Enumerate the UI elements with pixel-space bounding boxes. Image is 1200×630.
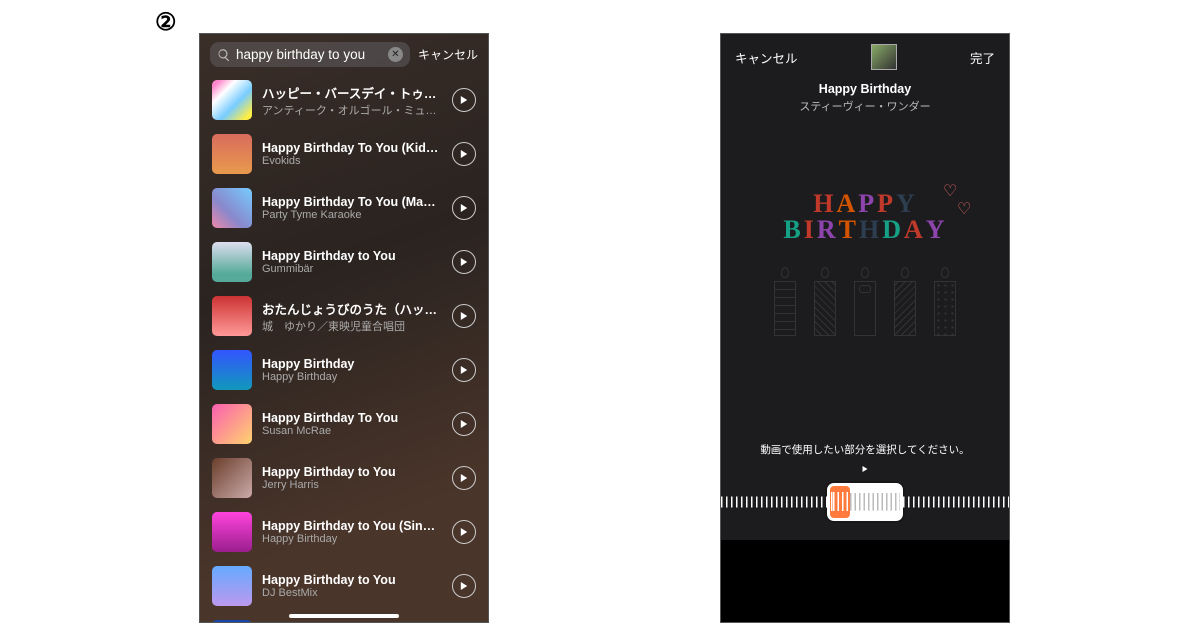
song-artist: Party Tyme Karaoke [262, 209, 442, 221]
search-bar: happy birthday to you ✕ キャンセル [200, 34, 488, 73]
song-result-row[interactable]: Happy Birthday to YouDJ BestMix [200, 559, 488, 613]
album-artwork [212, 512, 252, 552]
selected-track-title: Happy Birthday [721, 82, 1009, 96]
heart-icon: ♡ [943, 181, 957, 201]
song-result-row[interactable]: Happy Birthday To YouSusan McRae [200, 397, 488, 451]
clip-selection-window[interactable] [827, 483, 903, 521]
candle-icon [812, 267, 838, 336]
cancel-button[interactable]: キャンセル [735, 48, 798, 67]
candle-icon [852, 267, 878, 336]
editor-bottom-bar [721, 540, 1009, 622]
candle-icon [932, 267, 958, 336]
album-artwork [212, 296, 252, 336]
play-preview-button[interactable] [452, 358, 476, 382]
playhead-icon [863, 466, 868, 472]
song-title: ハッピー・バースデイ・トゥ・ユー [262, 83, 442, 102]
candle-icon [892, 267, 918, 336]
selected-track-heading: Happy Birthday スティーヴィー・ワンダー [721, 82, 1009, 114]
play-preview-button[interactable] [452, 142, 476, 166]
audio-waveform-scrubber[interactable] [721, 482, 1009, 522]
waveform-segment [721, 488, 827, 516]
search-field[interactable]: happy birthday to you ✕ [210, 42, 410, 67]
album-artwork [212, 458, 252, 498]
song-artist: Happy Birthday [262, 533, 442, 545]
song-title: Happy Birthday to You [262, 573, 442, 587]
album-artwork [212, 188, 252, 228]
user-drawing: ♡ ♡ HAPPY BIRTHDAY [721, 189, 1009, 336]
album-artwork [212, 404, 252, 444]
song-result-row[interactable]: Happy Birthday to YouJerry Harris [200, 451, 488, 505]
song-results-list: ハッピー・バースデイ・トゥ・ユーアンティーク・オルゴール・ミュージック… Hap… [200, 73, 488, 623]
selected-track-thumbnail [871, 44, 897, 70]
selected-clip-region [830, 486, 850, 518]
album-artwork [212, 80, 252, 120]
album-artwork [212, 350, 252, 390]
play-preview-button[interactable] [452, 520, 476, 544]
play-preview-button[interactable] [452, 250, 476, 274]
album-artwork [212, 134, 252, 174]
song-artist: Gummibär [262, 263, 442, 275]
play-preview-button[interactable] [452, 196, 476, 220]
play-preview-button[interactable] [452, 574, 476, 598]
step-number-badge: ② [155, 8, 177, 37]
editor-top-bar: キャンセル 完了 [721, 34, 1009, 80]
song-result-row[interactable]: Happy BirthdayHappy Birthday [200, 343, 488, 397]
play-preview-button[interactable] [452, 466, 476, 490]
song-result-row[interactable]: ハッピー・バースデイ・トゥ・ユーアンティーク・オルゴール・ミュージック… [200, 73, 488, 127]
drawing-candles [721, 267, 1009, 336]
candle-icon [772, 267, 798, 336]
album-artwork [212, 620, 252, 623]
unselected-clip-region [850, 486, 900, 518]
song-title: Happy Birthday To You [262, 411, 442, 425]
play-preview-button[interactable] [452, 88, 476, 112]
song-result-row[interactable]: Happy Birthday To You (Made Popular…Part… [200, 181, 488, 235]
heart-icon: ♡ [957, 199, 971, 219]
music-search-screen: happy birthday to you ✕ キャンセル ハッピー・バースデイ… [199, 33, 489, 623]
song-result-row[interactable]: Happy Birthday to YouGummibär [200, 235, 488, 289]
drawing-text-birthday: BIRTHDAY [721, 215, 1009, 245]
home-indicator[interactable] [289, 614, 399, 618]
music-clip-editor-screen: キャンセル 完了 Happy Birthday スティーヴィー・ワンダー ♡ ♡… [720, 33, 1010, 623]
song-title: Happy Birthday to You (Single) [262, 519, 442, 533]
song-result-row[interactable]: おたんじょうびのうた（ハッピー・バース…城 ゆかり／東映児童合唱団 [200, 289, 488, 343]
song-artist: アンティーク・オルゴール・ミュージック… [262, 102, 442, 118]
song-title: Happy Birthday to You [262, 465, 442, 479]
clip-selection-instruction: 動画で使用したい部分を選択してください。 [721, 442, 1009, 457]
search-icon [217, 48, 231, 62]
selected-track-artist: スティーヴィー・ワンダー [721, 98, 1009, 114]
song-title: Happy Birthday [262, 357, 442, 371]
song-result-row[interactable]: Happy Birthday to You (Single)Happy Birt… [200, 505, 488, 559]
song-artist: 城 ゆかり／東映児童合唱団 [262, 318, 442, 334]
clear-search-button[interactable]: ✕ [388, 47, 403, 62]
play-preview-button[interactable] [452, 304, 476, 328]
album-artwork [212, 242, 252, 282]
search-query-text: happy birthday to you [236, 47, 383, 62]
song-artist: Jerry Harris [262, 479, 442, 491]
song-title: おたんじょうびのうた（ハッピー・バース… [262, 299, 442, 318]
song-title: Happy Birthday To You (Kids Version) [262, 141, 442, 155]
song-title: Happy Birthday To You (Made Popular… [262, 195, 442, 209]
song-artist: Susan McRae [262, 425, 442, 437]
song-artist: Happy Birthday [262, 371, 442, 383]
cancel-search-button[interactable]: キャンセル [418, 46, 478, 63]
song-artist: DJ BestMix [262, 587, 442, 599]
song-result-row[interactable]: Happy Birthday To You (Kids Version)Evok… [200, 127, 488, 181]
play-preview-button[interactable] [452, 412, 476, 436]
done-button[interactable]: 完了 [970, 48, 995, 67]
album-artwork [212, 566, 252, 606]
song-title: Happy Birthday to You [262, 249, 442, 263]
song-artist: Evokids [262, 155, 442, 167]
waveform-segment [903, 488, 1009, 516]
